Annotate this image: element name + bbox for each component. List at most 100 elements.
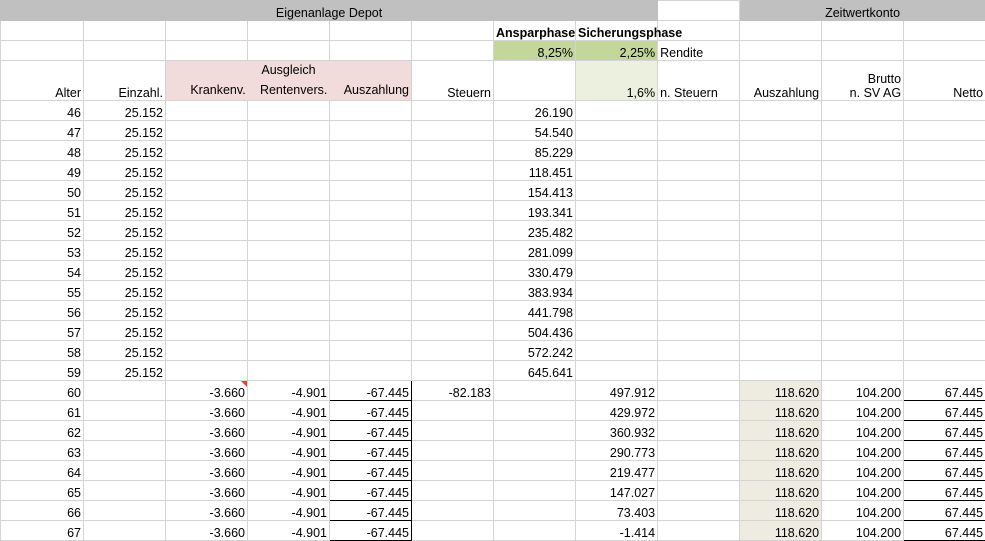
cell-zwk-auszahlung[interactable] xyxy=(739,320,823,341)
cell[interactable] xyxy=(493,60,576,101)
cell-auszahlung[interactable]: -67.445 xyxy=(329,400,412,421)
cell-steuern[interactable] xyxy=(411,240,494,261)
cell-steuern[interactable] xyxy=(411,300,494,321)
cell-steuern[interactable] xyxy=(411,280,494,301)
cell-steuern[interactable] xyxy=(411,120,494,141)
cell-netto[interactable] xyxy=(903,100,985,121)
cell-netto[interactable] xyxy=(903,180,985,201)
cell-blank[interactable] xyxy=(657,120,741,141)
cell-brutto[interactable] xyxy=(821,220,905,241)
cell-netto[interactable] xyxy=(903,340,985,361)
cell-blank[interactable] xyxy=(657,220,741,241)
cell-steuern[interactable] xyxy=(411,500,494,521)
cell-rentenvers[interactable] xyxy=(247,360,330,381)
cell-blank[interactable] xyxy=(657,400,741,421)
cell-auszahlung[interactable] xyxy=(329,200,412,221)
cell-netto[interactable] xyxy=(903,220,985,241)
cell-brutto[interactable] xyxy=(821,280,905,301)
cell-steuern[interactable] xyxy=(411,440,494,461)
cell-auszahlung[interactable] xyxy=(329,280,412,301)
cell-krankenv[interactable]: -3.660 xyxy=(165,500,248,521)
cell-alter[interactable]: 57 xyxy=(0,320,84,341)
cell-blank[interactable] xyxy=(657,500,741,521)
cell-krankenv[interactable] xyxy=(165,300,248,321)
cell-sicherungsphase[interactable] xyxy=(574,300,659,321)
cell-sicherungsphase[interactable]: 219.477 xyxy=(574,460,659,481)
cell-rentenvers[interactable]: -4.901 xyxy=(247,520,330,541)
cell-rentenvers[interactable] xyxy=(247,200,330,221)
cell-steuern[interactable] xyxy=(411,480,494,501)
cell-brutto[interactable]: 104.200 xyxy=(821,520,905,541)
cell-ansparphase[interactable]: 281.099 xyxy=(493,240,576,261)
cell-brutto[interactable] xyxy=(821,340,905,361)
cell-einzahl[interactable]: 25.152 xyxy=(83,300,166,321)
cell-sicherungsphase[interactable] xyxy=(574,240,659,261)
cell-steuern[interactable] xyxy=(411,520,494,541)
cell-krankenv[interactable] xyxy=(165,280,248,301)
cell-blank[interactable] xyxy=(657,240,741,261)
cell-sicherungsphase[interactable] xyxy=(574,140,659,161)
cell-netto[interactable]: 67.445 xyxy=(903,460,985,481)
cell-ansparphase[interactable]: 235.482 xyxy=(493,220,576,241)
cell-steuern[interactable] xyxy=(411,160,494,181)
cell-krankenv[interactable] xyxy=(165,120,248,141)
cell-brutto[interactable] xyxy=(821,300,905,321)
cell-brutto[interactable] xyxy=(821,120,905,141)
cell-brutto[interactable]: 104.200 xyxy=(821,500,905,521)
cell-zwk-auszahlung[interactable]: 118.620 xyxy=(739,440,823,461)
cell-auszahlung[interactable] xyxy=(329,300,412,321)
cell-krankenv[interactable] xyxy=(165,220,248,241)
cell-netto[interactable] xyxy=(903,320,985,341)
cell-steuern[interactable] xyxy=(411,260,494,281)
header-steuern[interactable]: Steuern xyxy=(411,60,494,101)
cell-steuern[interactable] xyxy=(411,220,494,241)
cell-blank[interactable] xyxy=(657,260,741,281)
cell-brutto[interactable]: 104.200 xyxy=(821,380,905,401)
cell-alter[interactable]: 56 xyxy=(0,300,84,321)
cell-steuern[interactable] xyxy=(411,140,494,161)
cell-ansparphase[interactable]: 645.641 xyxy=(493,360,576,381)
cell-steuern[interactable] xyxy=(411,200,494,221)
cell-blank[interactable] xyxy=(657,300,741,321)
cell-sicherungsphase[interactable] xyxy=(574,360,659,381)
cell-alter[interactable]: 66 xyxy=(0,500,84,521)
cell-alter[interactable]: 47 xyxy=(0,120,84,141)
cell-sicherungsphase[interactable]: 147.027 xyxy=(574,480,659,501)
rendite-sicherung[interactable]: 2,25% xyxy=(574,40,659,61)
cell-ansparphase[interactable] xyxy=(493,400,576,421)
cell-netto[interactable] xyxy=(903,280,985,301)
cell-auszahlung[interactable]: -67.445 xyxy=(329,520,412,541)
cell-netto[interactable]: 67.445 xyxy=(903,440,985,461)
cell-sicherungsphase[interactable] xyxy=(574,180,659,201)
cell-auszahlung[interactable] xyxy=(329,240,412,261)
cell-krankenv[interactable]: -3.660 xyxy=(165,400,248,421)
cell-auszahlung[interactable] xyxy=(329,360,412,381)
cell-ansparphase[interactable] xyxy=(493,440,576,461)
cell-einzahl[interactable]: 25.152 xyxy=(83,200,166,221)
cell-blank[interactable] xyxy=(657,100,741,121)
cell-rentenvers[interactable]: -4.901 xyxy=(247,460,330,481)
cell-alter[interactable]: 52 xyxy=(0,220,84,241)
cell-steuern[interactable] xyxy=(411,460,494,481)
cell-zwk-auszahlung[interactable] xyxy=(739,200,823,221)
cell-blank[interactable] xyxy=(657,340,741,361)
cell[interactable] xyxy=(0,20,84,41)
cell-ansparphase[interactable]: 54.540 xyxy=(493,120,576,141)
cell-sicherungsphase[interactable] xyxy=(574,100,659,121)
cell-rentenvers[interactable] xyxy=(247,220,330,241)
cell[interactable] xyxy=(411,40,494,61)
zwk-title[interactable]: Zeitwertkonto xyxy=(739,0,985,21)
cell-einzahl[interactable] xyxy=(83,380,166,401)
ansparphase-label[interactable]: Ansparphase xyxy=(493,20,576,41)
cell-blank[interactable] xyxy=(657,440,741,461)
cell-alter[interactable]: 51 xyxy=(0,200,84,221)
cell[interactable] xyxy=(247,20,330,41)
cell-brutto[interactable] xyxy=(821,200,905,221)
cell-brutto[interactable] xyxy=(821,360,905,381)
cell-sicherungsphase[interactable]: -1.414 xyxy=(574,520,659,541)
cell-blank[interactable] xyxy=(657,480,741,501)
cell-rentenvers[interactable] xyxy=(247,260,330,281)
cell-rentenvers[interactable] xyxy=(247,100,330,121)
cell-blank[interactable] xyxy=(657,520,741,541)
cell-brutto[interactable]: 104.200 xyxy=(821,440,905,461)
